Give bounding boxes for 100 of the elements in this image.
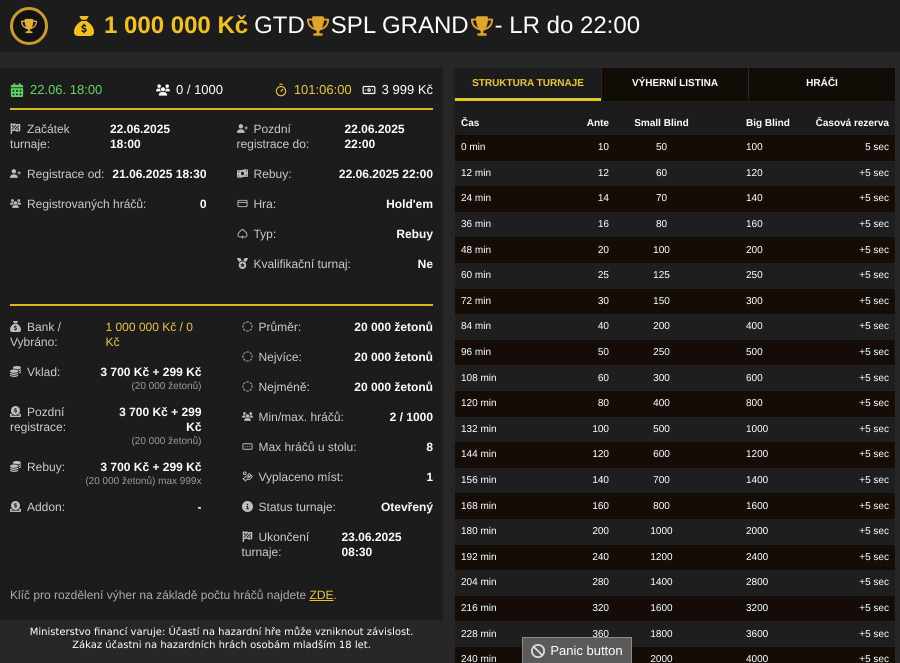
table-cell: 60 — [598, 372, 609, 384]
table-cell: 2800 — [746, 577, 768, 588]
user-plus-icon — [236, 122, 248, 134]
table-cell: 120 — [746, 168, 763, 179]
table-cell: 1000 — [746, 424, 768, 435]
panic-button[interactable]: Panic button — [522, 637, 632, 663]
detail-value: Rebuy — [396, 226, 433, 242]
table-cell: +5 sec — [859, 193, 889, 204]
table-cell: +5 sec — [859, 321, 889, 332]
table-cell: +5 sec — [859, 296, 889, 307]
detail-value: 2 / 1000 — [390, 410, 433, 424]
table-cell: 204 min — [461, 577, 497, 588]
detail-value: 22.06.2025 22:00 — [338, 166, 433, 182]
money-bag-icon — [74, 15, 94, 37]
table-cell: +5 sec — [859, 168, 889, 179]
table-cell: 400 — [746, 321, 763, 332]
detail-value: 20 000 žetonů — [354, 350, 433, 364]
detail-value: Otevřený — [380, 500, 433, 514]
table-cell: 240 min — [461, 654, 497, 663]
table-cell: 800 — [653, 500, 670, 512]
table-cell: 3200 — [746, 602, 768, 614]
users-icon — [242, 410, 252, 422]
detail-label: Ukončení turnaje: — [242, 530, 310, 560]
table-cell: 80 — [598, 398, 609, 410]
table-cell: +5 sec — [859, 500, 889, 512]
stat-value: 0 / 1000 — [176, 81, 223, 99]
medal-icon — [236, 258, 248, 268]
table-cell: 30 — [598, 296, 609, 307]
table-cell: 3600 — [746, 628, 768, 640]
detail-value: 22.06.2025 22:00 — [344, 122, 406, 152]
table-cell: +5 sec — [859, 270, 889, 282]
table-cell: 1400 — [746, 475, 768, 486]
detail-label: Nejméně: — [242, 380, 310, 394]
dollar-icon — [10, 406, 21, 416]
table-cell: 60 min — [461, 270, 492, 282]
table-cell: 12 min — [461, 168, 492, 179]
table-cell: 80 — [656, 219, 668, 230]
chips-note: (20 000 žetonů) — [131, 434, 202, 448]
column-header: Small Blind — [634, 118, 689, 128]
detail-label: Addon: — [10, 500, 66, 514]
table-cell: 10 — [598, 142, 609, 154]
table-cell: 240 — [592, 552, 609, 563]
column-header: Big Blind — [746, 118, 790, 128]
detail-value: 3 700 Kč + 299 Kč — [118, 404, 202, 434]
table-cell: 1200 — [650, 552, 673, 563]
table-cell: 36 min — [461, 219, 492, 230]
table-cell: 200 — [592, 526, 609, 538]
stat-value: 22.06. 18:00 — [30, 81, 102, 99]
table-cell: 108 min — [461, 372, 497, 384]
table-cell: +5 sec — [859, 449, 889, 460]
table-cell: 400 — [653, 398, 670, 410]
table-cell: 0 min — [461, 142, 486, 154]
detail-value: - — [198, 500, 202, 514]
spade-icon — [236, 228, 248, 238]
table-cell: +5 sec — [859, 244, 889, 256]
table-cell: 700 — [653, 475, 670, 486]
detail-value: 20 000 žetonů — [354, 320, 433, 334]
prize-amount: 1 000 000 Kč — [104, 11, 248, 41]
detail-value: 22.06.2025 18:00 — [110, 122, 172, 152]
table-cell: 320 — [592, 602, 609, 614]
table-cell: 1800 — [650, 628, 673, 640]
table-cell: 140 — [746, 193, 763, 204]
table-cell: 140 — [592, 475, 609, 486]
table-cell: +5 sec — [859, 475, 889, 486]
tab[interactable]: HRÁČI — [748, 68, 895, 101]
table-cell: +5 sec — [859, 654, 889, 663]
column-header: Ante — [586, 118, 609, 128]
table-cell: +5 sec — [859, 577, 889, 588]
chip-icon — [242, 320, 252, 332]
table-cell: 500 — [746, 347, 763, 358]
detail-label: Začátek turnaje: — [10, 122, 71, 152]
table-cell: 360 — [592, 628, 609, 640]
table-cell: 800 — [746, 398, 763, 410]
table-cell: 600 — [653, 449, 670, 460]
trophy-icon — [470, 15, 493, 37]
warning-text: Zákaz účastni na hazardních hrách osobám mladším 18 let. — [72, 639, 371, 652]
table-cell: 250 — [746, 270, 763, 282]
title-text: - LR do 22:00 — [494, 11, 640, 41]
table-cell: 4000 — [746, 654, 768, 663]
table-cell: 48 min — [461, 244, 492, 256]
table-cell: 70 — [656, 193, 668, 204]
table-cell: 24 min — [461, 193, 492, 204]
table-cell: 72 min — [461, 296, 492, 307]
detail-value: 8 — [426, 440, 433, 454]
table-cell: +5 sec — [859, 526, 889, 538]
table-cell: 160 — [592, 500, 609, 512]
chips-note: (20 000 žetonů) — [131, 380, 202, 392]
detail-label: Status turnaje: — [242, 500, 336, 514]
user-plus-icon — [10, 168, 21, 178]
table-cell: 500 — [653, 424, 670, 435]
title-text: GTD — [254, 11, 305, 41]
money-icon — [236, 168, 248, 178]
money-bag-icon — [10, 320, 21, 332]
tab[interactable]: VÝHERNÍ LISTINA — [601, 68, 748, 101]
table-cell: 60 — [656, 168, 668, 179]
table-cell: +5 sec — [859, 552, 889, 563]
prize-key-text: Klíč pro rozdělení výher na základě počtu hráčů najdete ZDE. — [10, 586, 338, 604]
here-link[interactable]: ZDE — [310, 588, 334, 602]
table-cell: +5 sec — [859, 372, 889, 384]
table-cell: +5 sec — [859, 347, 889, 358]
